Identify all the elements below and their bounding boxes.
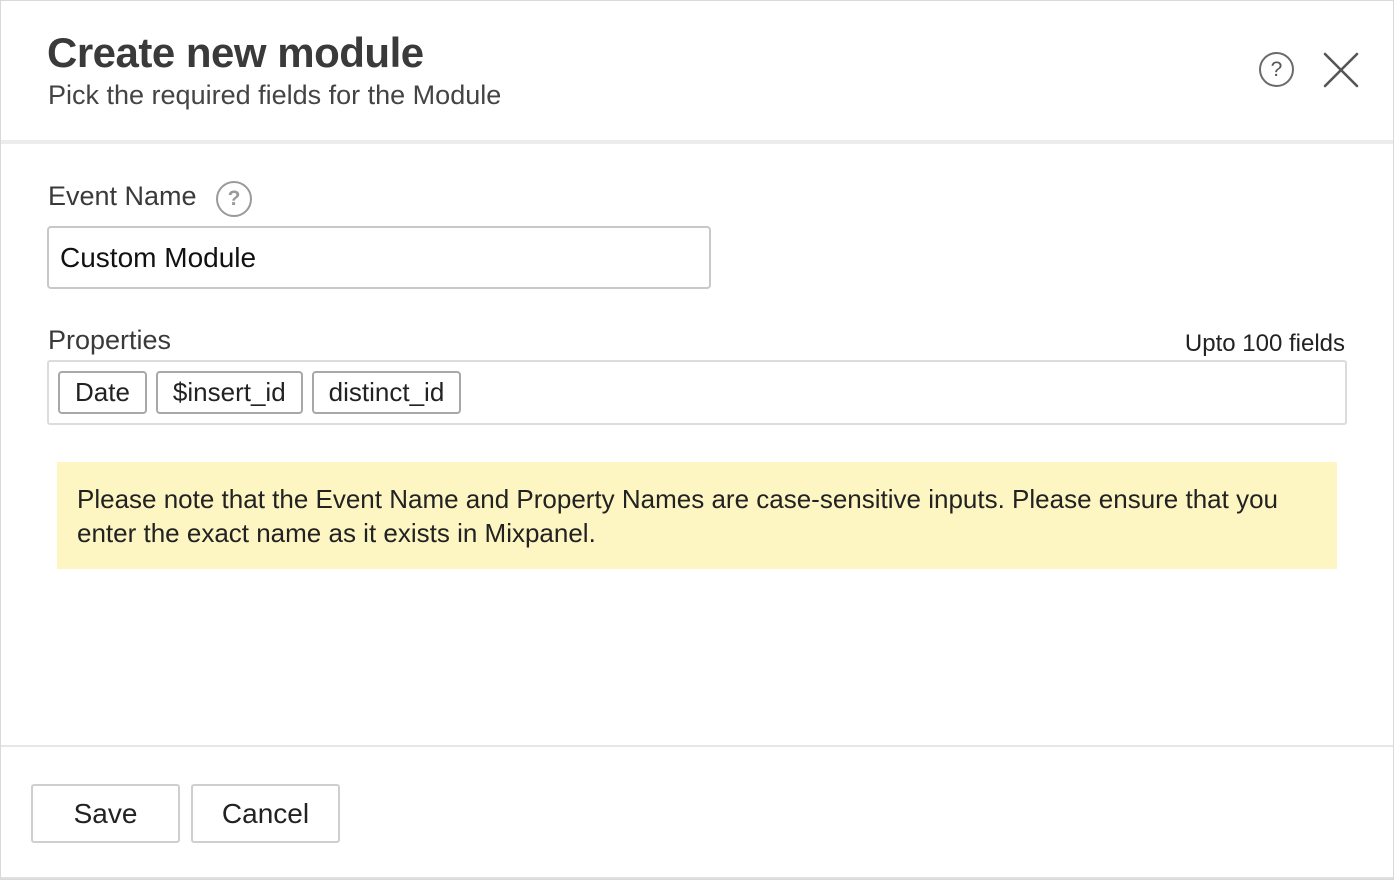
properties-limit-text: Upto 100 fields [1184,330,1345,357]
create-module-dialog: Create new module Pick the required fiel… [0,0,1394,880]
event-name-input[interactable] [47,226,711,289]
properties-field[interactable]: Date $insert_id distinct_id [47,360,1347,425]
event-name-label: Event Name [48,181,197,211]
property-tag-distinct-id[interactable]: distinct_id [311,371,462,414]
header-divider [1,140,1393,144]
help-icon[interactable]: ? [1259,52,1294,87]
save-button[interactable]: Save [31,784,180,843]
property-tag-insert-id[interactable]: $insert_id [155,371,303,414]
property-tag-date[interactable]: Date [58,371,147,414]
dialog-title: Create new module [47,29,424,76]
dialog-subtitle: Pick the required fields for the Module [48,80,502,110]
dialog-header: Create new module Pick the required fiel… [1,1,1393,143]
dialog-bottom-edge [1,877,1393,879]
case-sensitivity-note: Please note that the Event Name and Prop… [57,462,1337,569]
cancel-button[interactable]: Cancel [191,784,340,843]
event-name-help-icon[interactable]: ? [216,181,252,217]
properties-label: Properties [48,325,172,355]
footer-divider [1,745,1393,747]
close-icon[interactable] [1322,51,1360,89]
